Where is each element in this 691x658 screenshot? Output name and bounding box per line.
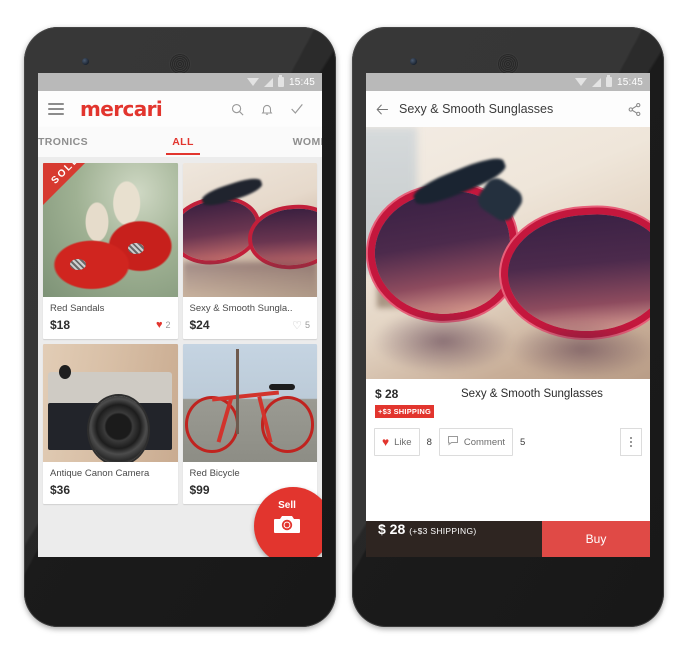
like-button[interactable]: ♥ Like	[374, 428, 420, 456]
product-card[interactable]: Sexy & Smooth Sungla.. $24 ♡ 5	[182, 163, 318, 339]
sunglass-lens-right	[250, 205, 317, 268]
battery-icon	[277, 75, 284, 87]
actions-spacer	[532, 428, 615, 456]
app-bar: mercari	[38, 91, 322, 127]
like-count-group[interactable]: ♥ 2	[156, 319, 171, 331]
buy-price-block: $ 28 (+$3 SHIPPING)	[366, 521, 542, 557]
product-name: Sexy & Smooth Sunglasses	[461, 388, 603, 400]
like-count: 8	[426, 436, 432, 448]
screen-left: 15:45 mercari TRONICS ALL WOM SOLD Red S…	[38, 73, 322, 557]
product-price: $18	[50, 318, 71, 332]
sunglass-shadow	[182, 262, 317, 297]
red-sunglasses-large-photo[interactable]	[366, 127, 650, 379]
buy-button[interactable]: Buy	[542, 521, 650, 557]
status-bar: 15:45	[38, 73, 322, 91]
phone-right: 15:45 Sexy & Smooth Sunglasses $ 28 +$3 …	[352, 27, 664, 627]
hero-lens-right	[505, 211, 650, 336]
product-title: Red Bicycle	[189, 468, 240, 479]
red-sandals-photo[interactable]: SOLD	[43, 163, 178, 297]
buy-price: $ 28	[378, 521, 406, 537]
status-time: 15:45	[288, 76, 315, 88]
bicycle-saddle	[268, 384, 296, 391]
category-tabs: CTRONICS ALL WOMEN	[38, 127, 322, 157]
camera-icon	[274, 514, 300, 539]
product-price: $36	[50, 483, 71, 497]
hero-reflection-left	[371, 308, 514, 374]
product-grid: SOLD Red Sandals $18 ♥ 2 Sexy & Smooth S…	[43, 163, 317, 504]
product-card[interactable]: SOLD Red Sandals $18 ♥ 2	[43, 163, 178, 339]
heart-filled-icon: ♥	[382, 435, 390, 449]
screen-right: 15:45 Sexy & Smooth Sunglasses $ 28 +$3 …	[366, 73, 650, 557]
like-count: 5	[304, 320, 310, 330]
heart-outline-icon: ♡	[292, 319, 302, 332]
signal-icon	[263, 77, 273, 87]
card-meta: Sexy & Smooth Sungla.. $24 ♡ 5	[183, 297, 318, 339]
camera-lens	[88, 395, 148, 462]
shipping-badge: +$3 SHIPPING	[375, 405, 435, 418]
tab-all[interactable]: ALL	[132, 136, 234, 148]
tab-women[interactable]: WOMEN	[234, 136, 322, 148]
battery-icon	[605, 75, 612, 87]
bell-icon[interactable]	[252, 102, 282, 117]
red-bicycle-photo[interactable]	[182, 344, 317, 462]
comment-label: Comment	[463, 436, 506, 448]
wifi-icon	[246, 78, 259, 86]
card-meta: Antique Canon Camera $36	[43, 462, 178, 504]
wifi-icon	[574, 78, 587, 86]
bicycle-top-tube	[212, 390, 280, 402]
front-camera-icon	[82, 58, 89, 65]
like-label: Like	[394, 436, 412, 448]
page-title: Sexy & Smooth Sunglasses	[399, 102, 554, 116]
product-price: $24	[189, 318, 210, 332]
share-icon[interactable]	[627, 102, 642, 117]
sunglass-lens-left	[182, 195, 262, 265]
comment-button[interactable]: Comment	[438, 428, 514, 456]
product-price: $ 28	[375, 387, 399, 401]
card-price-row: $36	[50, 483, 171, 497]
comment-count: 5	[520, 436, 526, 448]
kebab-menu-icon[interactable]	[620, 428, 642, 456]
like-count-group[interactable]: ♡ 5	[292, 319, 310, 332]
hamburger-icon[interactable]	[48, 103, 64, 115]
phone-left: 15:45 mercari TRONICS ALL WOM SOLD Red S…	[24, 27, 336, 627]
product-summary: $ 28 +$3 SHIPPING Sexy & Smooth Sunglass…	[366, 379, 650, 425]
heart-filled-icon: ♥	[155, 319, 163, 331]
sell-fab-label: Sell	[278, 499, 296, 511]
red-sunglasses-photo[interactable]	[182, 163, 317, 297]
price-block: $ 28 +$3 SHIPPING	[375, 387, 461, 419]
status-bar: 15:45	[366, 73, 650, 91]
product-title: Antique Canon Camera	[50, 468, 150, 479]
earpiece-speaker-icon	[497, 53, 519, 75]
railing-post	[236, 348, 240, 434]
front-camera-icon	[410, 58, 417, 65]
screenshot-stage: 15:45 mercari TRONICS ALL WOM SOLD Red S…	[0, 0, 691, 658]
product-actions: ♥ Like 8 Comment 5	[366, 425, 650, 456]
product-card[interactable]: Red Bicycle $99	[182, 344, 317, 504]
detail-app-bar: Sexy & Smooth Sunglasses	[366, 91, 650, 127]
bicycle-wheel-right	[260, 395, 315, 453]
earpiece-speaker-icon	[169, 53, 191, 75]
like-count: 2	[165, 320, 171, 330]
canon-camera-photo[interactable]	[43, 344, 178, 462]
signal-icon	[591, 77, 601, 87]
check-icon[interactable]	[282, 101, 312, 117]
product-title: Sexy & Smooth Sungla..	[189, 303, 293, 314]
arrow-left-icon[interactable]	[374, 102, 391, 117]
hero-reflection-right	[508, 318, 650, 379]
card-price-row: $24 ♡ 5	[190, 318, 311, 332]
tab-electronics[interactable]: CTRONICS	[38, 136, 132, 148]
product-price: $99	[189, 483, 210, 497]
card-price-row: $18 ♥ 2	[50, 318, 171, 332]
product-card[interactable]: Antique Canon Camera $36	[43, 344, 178, 504]
mercari-logo: mercari	[80, 97, 163, 121]
search-icon[interactable]	[222, 102, 252, 117]
status-time: 15:45	[616, 76, 643, 88]
buy-shipping: (+$3 SHIPPING)	[409, 526, 477, 536]
card-meta: Red Sandals $18 ♥ 2	[43, 297, 178, 339]
product-title: Red Sandals	[50, 303, 105, 314]
buy-bar: $ 28 (+$3 SHIPPING) Buy	[366, 521, 650, 557]
product-feed: SOLD Red Sandals $18 ♥ 2 Sexy & Smooth S…	[38, 157, 322, 557]
comment-bubble-icon	[447, 433, 459, 451]
